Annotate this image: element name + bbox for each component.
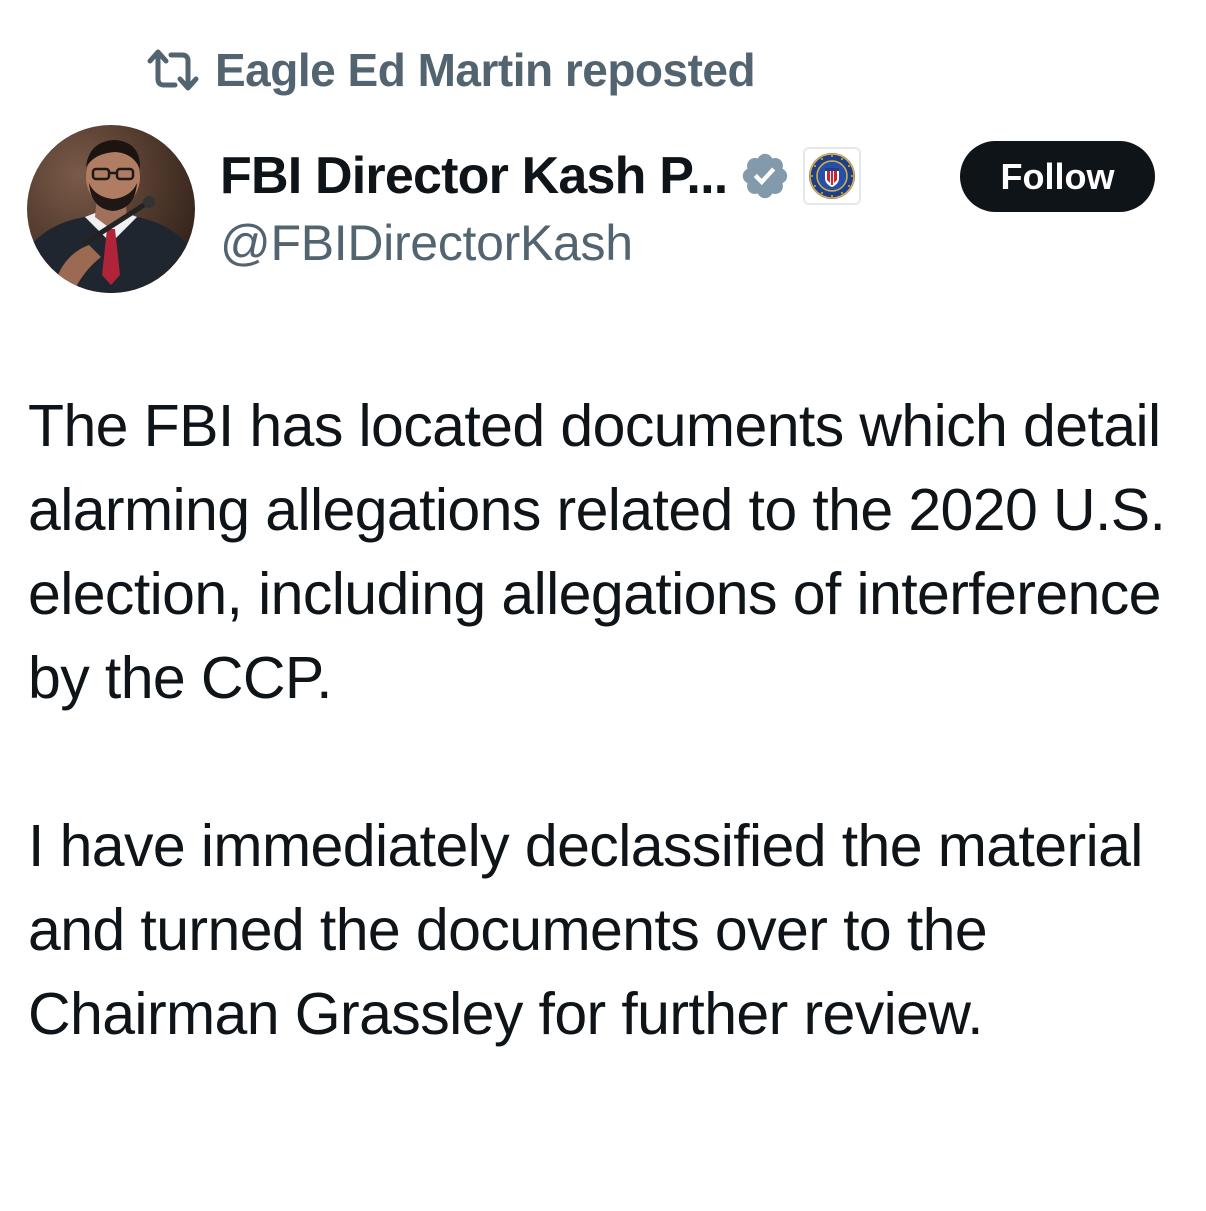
follow-button[interactable]: Follow	[960, 141, 1155, 212]
tweet-paragraph: I have immediately declassified the mate…	[28, 813, 1143, 1047]
verified-badge-icon[interactable]	[739, 150, 791, 202]
repost-label[interactable]: Eagle Ed Martin reposted	[215, 43, 756, 97]
author-name-row[interactable]: FBI Director Kash P...	[220, 142, 862, 210]
repost-indicator[interactable]: Eagle Ed Martin reposted	[145, 40, 756, 100]
display-name[interactable]: FBI Director Kash P...	[220, 146, 728, 206]
avatar[interactable]	[27, 125, 195, 293]
repost-icon	[145, 47, 201, 93]
user-handle[interactable]: @FBIDirectorKash	[220, 214, 633, 272]
fbi-seal-icon[interactable]	[803, 147, 862, 205]
tweet-text: The FBI has located documents which deta…	[28, 384, 1188, 1056]
tweet-paragraph: The FBI has located documents which deta…	[28, 393, 1166, 711]
